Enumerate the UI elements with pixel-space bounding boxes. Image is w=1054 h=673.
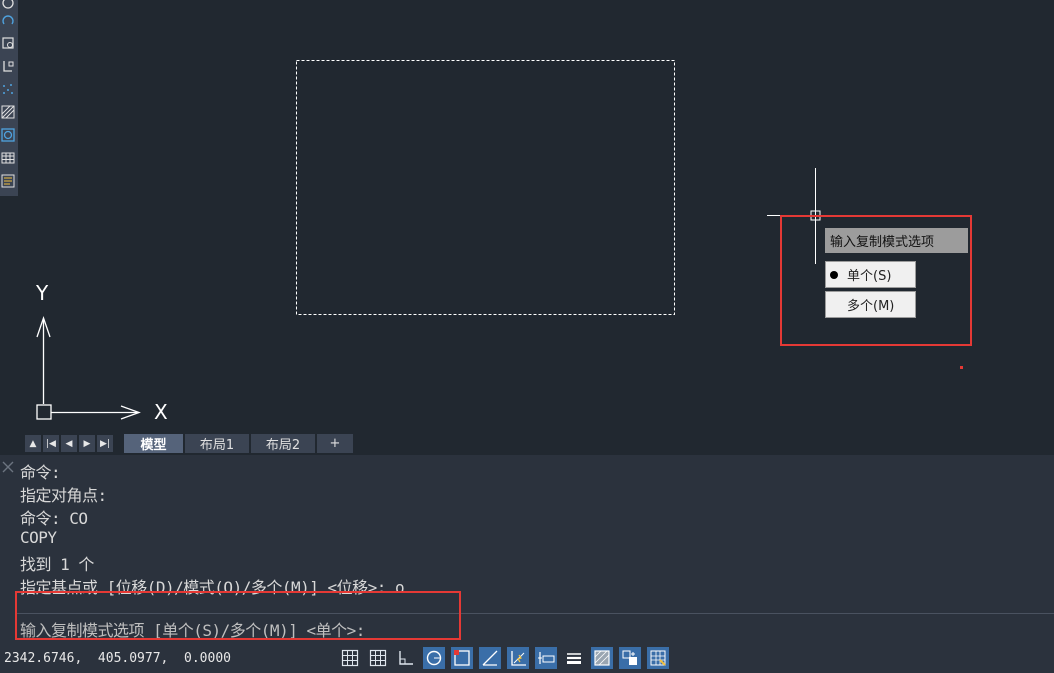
insert-tool-icon[interactable] — [1, 59, 15, 73]
grid-icon[interactable] — [339, 647, 361, 669]
hatch-tool-icon[interactable] — [1, 105, 15, 119]
tab-layout1[interactable]: 布局1 — [185, 434, 249, 453]
snap-icon[interactable] — [367, 647, 389, 669]
layout-tab-bar: ▲ |◀ ◀ ▶ ▶| 模型 布局1 布局2 + — [23, 434, 1054, 453]
block-tool-icon[interactable] — [1, 36, 15, 50]
close-icon[interactable] — [1, 459, 15, 473]
table-tool-icon[interactable] — [1, 151, 15, 165]
cad-window: Y X 输入复制模式选项 单个(S) 多个(M) ▲ |◀ ◀ ▶ ▶| 模型 … — [0, 0, 1054, 673]
ucs-icon — [36, 315, 141, 420]
command-highlight-box — [15, 591, 461, 640]
lineweight-icon[interactable] — [563, 647, 585, 669]
ucs-y-label: Y — [36, 281, 49, 305]
arc-tool-icon[interactable] — [1, 13, 15, 27]
annotation-icon[interactable] — [647, 647, 669, 669]
tab-model[interactable]: 模型 — [124, 434, 183, 453]
draw-toolbar — [0, 0, 18, 196]
command-window: 命令: 指定对角点: 命令: CO COPY 找到 1 个 指定基点或 [位移(… — [0, 455, 1054, 643]
object-snap-icon[interactable] — [451, 647, 473, 669]
dynamic-ucs-icon[interactable] — [507, 647, 529, 669]
point-tool-icon[interactable] — [1, 82, 15, 96]
tab-prev-icon[interactable]: ◀ — [61, 435, 78, 452]
dynamic-input-icon[interactable] — [535, 647, 557, 669]
mtext-tool-icon[interactable] — [1, 174, 15, 188]
option-multiple[interactable]: 多个(M) — [825, 291, 916, 318]
option-multiple-label: 多个(M) — [847, 299, 895, 314]
command-history-line: 命令: — [20, 463, 61, 482]
polar-icon[interactable] — [423, 647, 445, 669]
command-history-line: 指定对角点: — [20, 486, 107, 505]
tab-first-icon[interactable]: |◀ — [43, 435, 60, 452]
transparency-icon[interactable] — [591, 647, 613, 669]
option-single-label: 单个(S) — [847, 269, 892, 284]
tab-last-icon[interactable]: ▶| — [97, 435, 114, 452]
tab-scroll-up-icon[interactable]: ▲ — [25, 435, 42, 452]
object-track-icon[interactable] — [479, 647, 501, 669]
dynamic-prompt-title: 输入复制模式选项 — [825, 228, 968, 253]
ucs-x-label: X — [154, 400, 168, 424]
tab-next-icon[interactable]: ▶ — [79, 435, 96, 452]
ortho-icon[interactable] — [395, 647, 417, 669]
selected-bullet-icon — [830, 271, 838, 279]
selection-cycling-icon[interactable] — [619, 647, 641, 669]
region-tool-icon[interactable] — [1, 128, 15, 142]
command-history-line: 命令: CO — [20, 509, 88, 528]
coordinate-readout: 2342.6746, 405.0977, 0.0000 — [4, 651, 231, 666]
status-bar: 2342.6746, 405.0977, 0.0000 — [0, 643, 1054, 673]
add-layout-button[interactable]: + — [317, 434, 353, 453]
marker-dot — [960, 366, 963, 369]
command-history-line: 找到 1 个 — [20, 555, 94, 574]
tab-layout2[interactable]: 布局2 — [251, 434, 315, 453]
command-history-line: COPY — [20, 528, 57, 547]
option-single[interactable]: 单个(S) — [825, 261, 916, 288]
circle-tool-icon[interactable] — [1, 0, 15, 10]
selection-rectangle[interactable] — [296, 60, 675, 315]
